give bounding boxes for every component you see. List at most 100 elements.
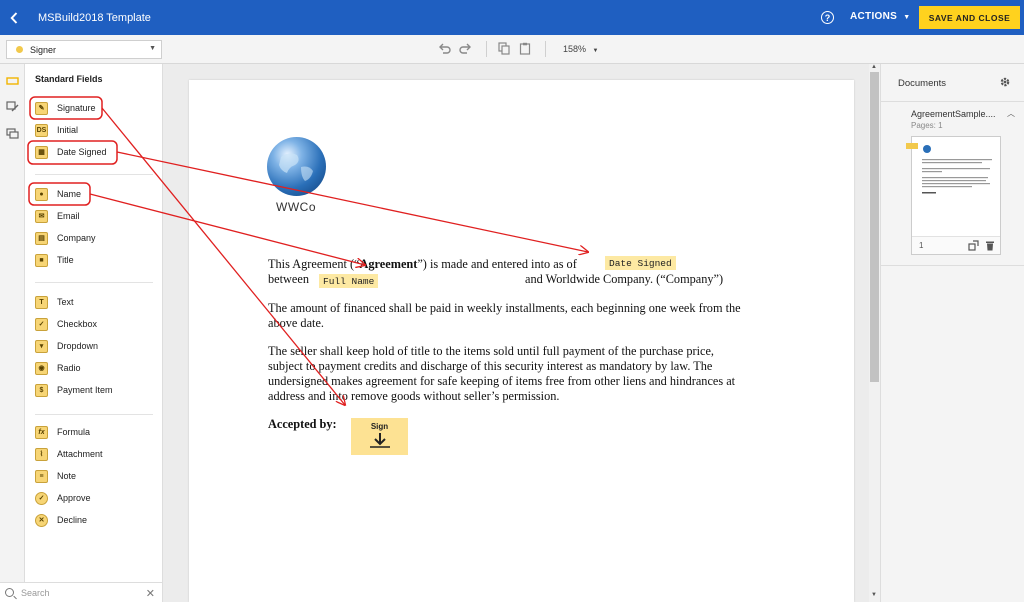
signer-label: Signer <box>30 44 57 55</box>
sign-label: Sign <box>370 422 389 431</box>
date-signed-field-tag[interactable]: Date Signed <box>605 256 676 270</box>
field-label: Payment Item <box>57 385 113 395</box>
field-label: Title <box>57 255 74 265</box>
paragraph-2-line-1: The amount of financed shall be paid in … <box>268 301 741 315</box>
field-payment-item[interactable]: $ Payment Item <box>35 382 113 398</box>
chevron-up-icon[interactable]: ︿ <box>1007 108 1015 119</box>
pen-icon: ✎ <box>35 101 48 115</box>
paragraph-3-line-4: address and into remove goods without se… <box>268 389 560 403</box>
divider <box>881 101 1024 102</box>
zoom-level: 158% <box>563 44 587 54</box>
field-note[interactable]: ≡ Note <box>35 468 76 484</box>
field-radio[interactable]: ◉ Radio <box>35 360 81 376</box>
thumbnail-footer: 1 <box>912 236 1000 254</box>
divider <box>35 414 153 415</box>
note-icon: ≡ <box>35 469 48 483</box>
envelope-icon: ✉ <box>35 209 48 223</box>
field-initial[interactable]: DS Initial <box>35 122 78 138</box>
globe-continents <box>279 153 313 181</box>
paperclip-icon: ⌇ <box>35 447 48 461</box>
payment-icon: $ <box>35 383 48 397</box>
divider <box>881 265 1024 266</box>
field-label: Dropdown <box>57 341 99 351</box>
text-icon: T <box>35 295 48 309</box>
globe-logo-icon <box>267 137 326 196</box>
download-arrow-icon <box>369 433 390 448</box>
field-date-signed[interactable]: ▦ Date Signed <box>35 144 107 160</box>
field-label: Decline <box>57 515 88 525</box>
signature-field-tag[interactable]: Sign <box>351 418 408 455</box>
document-name[interactable]: AgreementSample.... <box>911 109 996 119</box>
agreement-line-1: This Agreement (“Agreement”) is made and… <box>268 257 577 272</box>
check-circle-icon: ✓ <box>35 491 48 505</box>
copy-icon[interactable] <box>498 42 510 55</box>
field-approve[interactable]: ✓ Approve <box>35 490 91 506</box>
checkbox-icon: ✓ <box>35 317 48 331</box>
zoom-select[interactable]: 158% ▼ <box>563 44 599 54</box>
standard-fields-panel: Standard Fields ✎ Signature DS Initial ▦… <box>25 64 163 582</box>
paste-icon[interactable] <box>519 42 531 55</box>
layers-tab-icon[interactable] <box>6 128 19 140</box>
custom-fields-tab-icon[interactable] <box>6 101 19 113</box>
close-icon[interactable]: ✕ <box>146 587 155 600</box>
radio-icon: ◉ <box>35 361 48 375</box>
field-label: Date Signed <box>57 147 107 157</box>
x-circle-icon: ✕ <box>35 513 48 527</box>
field-label: Signature <box>57 103 96 113</box>
field-label: Name <box>57 189 82 199</box>
formula-icon: fx <box>35 425 48 439</box>
field-formula[interactable]: fx Formula <box>35 424 90 440</box>
calendar-icon: ▦ <box>35 145 48 159</box>
save-and-close-button[interactable]: SAVE AND CLOSE <box>919 6 1020 29</box>
page-thumbnail[interactable]: 1 <box>906 136 1001 255</box>
full-name-field-tag[interactable]: Full Name <box>319 274 379 288</box>
documents-title: Documents <box>898 78 947 89</box>
logo-text: WWCo <box>276 200 316 214</box>
field-label: Text <box>57 297 74 307</box>
field-decline[interactable]: ✕ Decline <box>35 512 87 528</box>
agreement-line-2b: and Worldwide Company. (“Company”) <box>525 272 724 286</box>
field-label: Approve <box>57 493 91 503</box>
actions-label: ACTIONS <box>850 11 898 22</box>
scroll-thumb[interactable] <box>870 72 879 382</box>
agreement-line-2a: between <box>268 272 309 286</box>
signer-select[interactable]: Signer ▼ <box>6 40 162 59</box>
divider <box>35 282 153 283</box>
field-label: Radio <box>57 363 81 373</box>
text-span: ”) is made and entered into as of <box>417 257 577 271</box>
paragraph-2-line-2: above date. <box>268 316 324 330</box>
actions-menu-button[interactable]: ACTIONS ▼ <box>850 11 910 22</box>
gear-icon[interactable] <box>999 76 1011 88</box>
field-label: Checkbox <box>57 319 98 329</box>
fields-tab-icon[interactable] <box>6 75 19 87</box>
field-email[interactable]: ✉ Email <box>35 208 80 224</box>
field-label: Note <box>57 471 77 481</box>
accepted-by-label: Accepted by: <box>268 417 337 431</box>
paragraph-3-line-1: The seller shall keep hold of title to t… <box>268 344 714 358</box>
trash-icon[interactable] <box>985 240 995 251</box>
left-rail <box>0 64 25 602</box>
redo-icon[interactable] <box>459 42 472 55</box>
scroll-up-icon[interactable]: ▲ <box>871 64 877 70</box>
field-attachment[interactable]: ⌇ Attachment <box>35 446 103 462</box>
field-search[interactable]: Search ✕ <box>0 582 163 602</box>
app-title: MSBuild2018 Template <box>38 11 151 24</box>
chevron-left-icon <box>10 11 18 24</box>
scrollbar[interactable]: ▲ ▼ <box>869 64 880 602</box>
field-text[interactable]: T Text <box>35 294 74 310</box>
rotate-icon[interactable] <box>968 240 979 251</box>
field-label: Email <box>57 211 80 221</box>
toolbar-divider <box>545 41 546 57</box>
field-company[interactable]: ▤ Company <box>35 230 96 246</box>
back-button[interactable] <box>0 0 28 35</box>
field-name[interactable]: ● Name <box>35 186 81 202</box>
scroll-down-icon[interactable]: ▼ <box>871 592 877 598</box>
field-title[interactable]: ■ Title <box>35 252 74 268</box>
paragraph-3-line-3: undersigned makes agreement for safe kee… <box>268 374 736 388</box>
field-checkbox[interactable]: ✓ Checkbox <box>35 316 97 332</box>
help-icon[interactable]: ? <box>821 11 834 24</box>
undo-icon[interactable] <box>438 42 451 55</box>
toolbar: Signer ▼ 158% ▼ <box>0 35 1024 64</box>
field-signature[interactable]: ✎ Signature <box>35 100 96 116</box>
field-dropdown[interactable]: ▾ Dropdown <box>35 338 98 354</box>
